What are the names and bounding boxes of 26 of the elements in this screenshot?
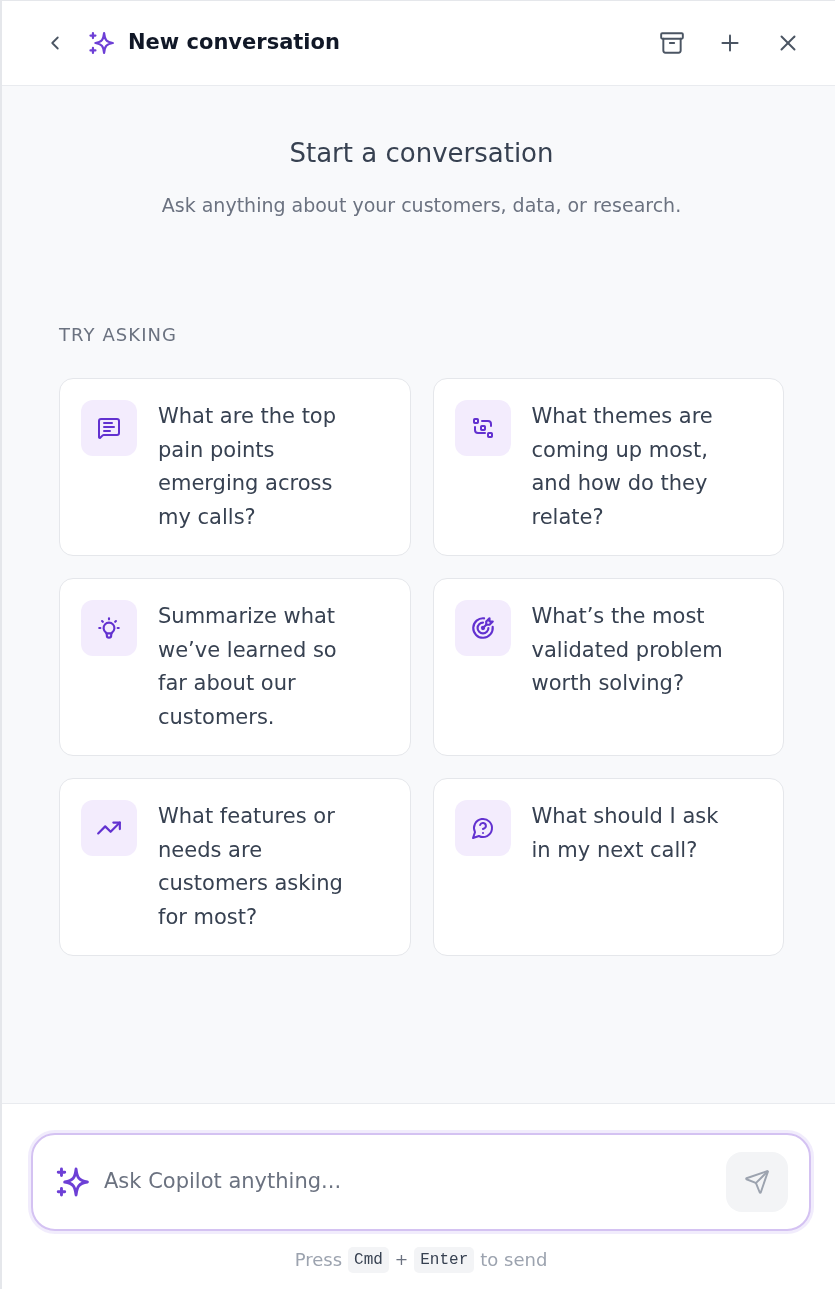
- intro-heading: Start a conversation: [289, 137, 554, 170]
- chat-bubble-icon: [81, 400, 137, 456]
- sparkle-icon: [55, 1166, 89, 1198]
- question-bubble-icon: [454, 800, 511, 856]
- linked-squares-icon: [454, 400, 511, 456]
- trend-up-icon: [81, 800, 137, 856]
- suggestion-card[interactable]: What themes are coming up most, and how do they relate?: [432, 378, 784, 556]
- key-chip: Enter: [414, 1246, 475, 1273]
- lightbulb-icon: [81, 600, 137, 656]
- suggestion-card[interactable]: What’s the most validated problem worth solving?: [432, 578, 784, 756]
- hint-text: to send: [480, 1248, 548, 1272]
- paper-plane-icon: [744, 1169, 770, 1195]
- message-input-field[interactable]: Ask Copilot anything...: [104, 1135, 726, 1229]
- sparkle-icon: [88, 31, 114, 55]
- plus-text: +: [394, 1248, 409, 1271]
- intro-subtitle: Ask anything about your customers, data, or research.: [161, 193, 682, 218]
- suggestion-card[interactable]: What are the top pain points emerging across my calls?: [59, 378, 411, 556]
- hint-text: Press: [294, 1248, 343, 1272]
- message-composer[interactable]: Ask Copilot anything...: [31, 1133, 811, 1231]
- conversation-title: New conversation: [128, 29, 340, 57]
- archive-icon: [659, 30, 685, 56]
- suggestion-card[interactable]: Summarize what we’ve learned so far about our customers.: [59, 578, 411, 756]
- suggestion-card[interactable]: What should I ask in my next call?: [432, 778, 784, 956]
- section-label: TRY ASKING: [59, 323, 178, 347]
- suggestion-card[interactable]: What features or needs are customers asking for most?: [59, 778, 411, 956]
- key-chip: Cmd: [348, 1246, 389, 1273]
